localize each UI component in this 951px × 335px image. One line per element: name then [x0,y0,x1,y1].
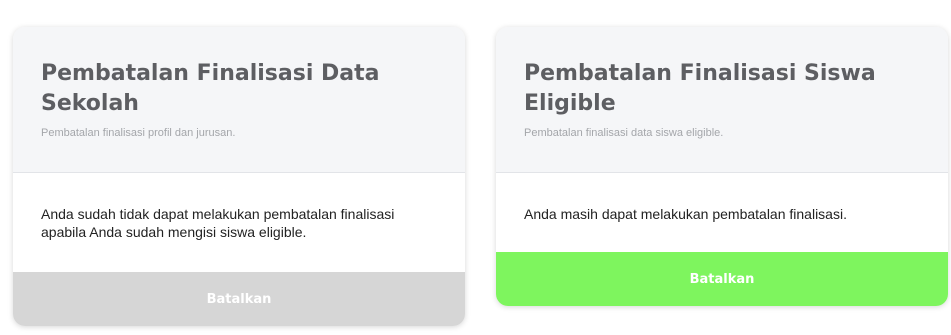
cancel-school-data-card: Pembatalan Finalisasi Data Sekolah Pemba… [13,27,465,326]
card-subtitle: Pembatalan finalisasi data siswa eligibl… [524,127,724,139]
cancel-eligible-students-card: Pembatalan Finalisasi Siswa Eligible Pem… [496,27,948,306]
card-message: Anda masih dapat melakukan pembatalan fi… [524,206,847,222]
card-message: Anda sudah tidak dapat melakukan pembata… [41,206,395,240]
card-title: Pembatalan Finalisasi Siswa Eligible [524,61,876,116]
card-header: Pembatalan Finalisasi Data Sekolah Pemba… [13,27,465,173]
cancel-finalization-button[interactable]: Batalkan [496,252,948,306]
card-title: Pembatalan Finalisasi Data Sekolah [41,61,380,116]
card-header: Pembatalan Finalisasi Siswa Eligible Pem… [496,27,948,173]
cancel-finalization-button-disabled: Batalkan [13,272,465,326]
card-subtitle: Pembatalan finalisasi profil dan jurusan… [41,127,236,139]
